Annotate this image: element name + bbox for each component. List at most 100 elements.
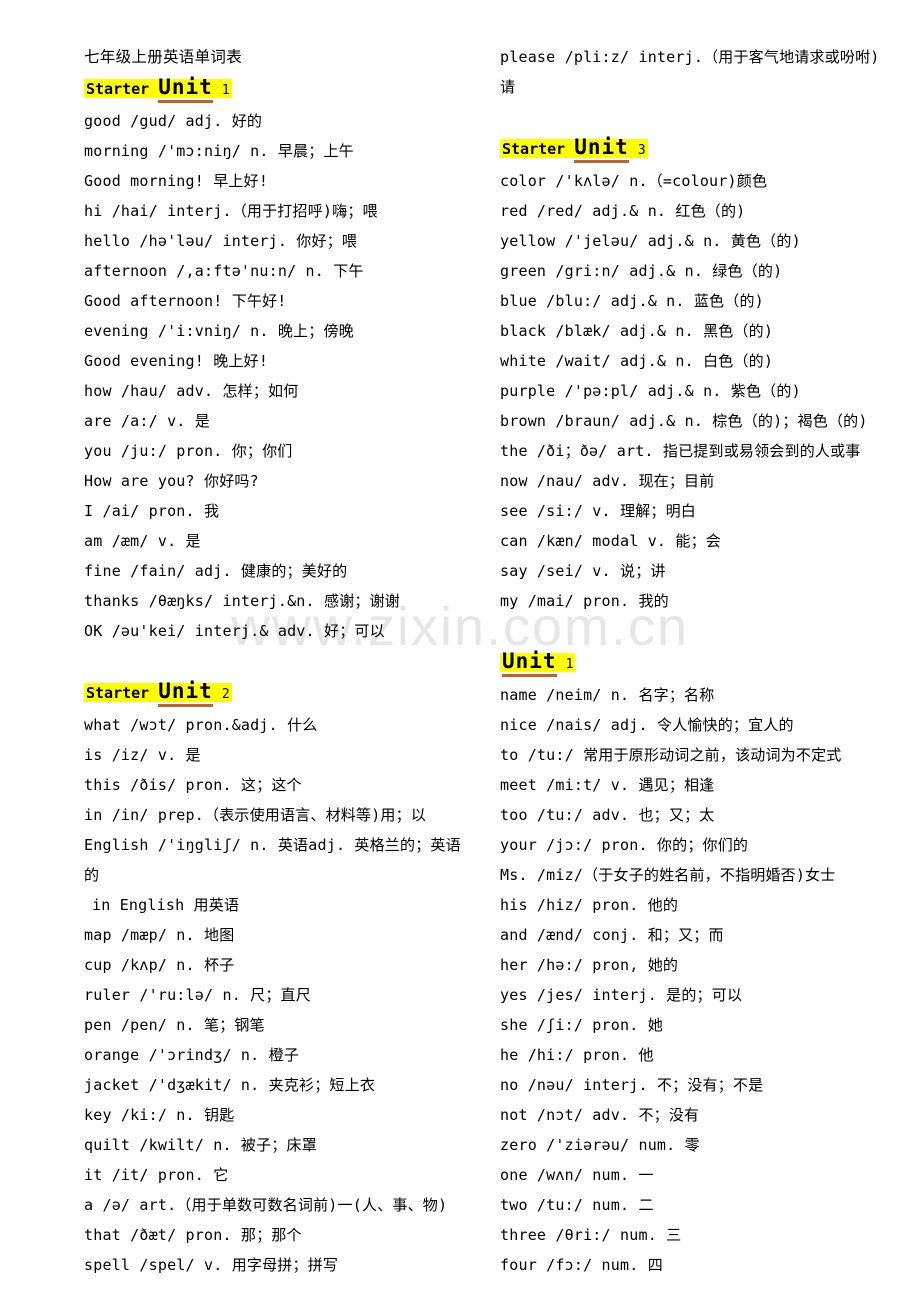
- entry-text: the /ði；ðə/ art. 指已提到或易领会到的人或事: [500, 442, 861, 460]
- entry-text: one /wʌn/ num. 一: [500, 1166, 654, 1184]
- vocabulary-entry: meet /mi:t/ v. 遇见；相逢: [500, 770, 916, 800]
- entry-text: purple /'pə:pl/ adj.& n. 紫色（的): [500, 382, 801, 400]
- entry-text: no /nəu/ interj. 不；没有；不是: [500, 1076, 764, 1094]
- entry-text: afternoon /,a:ftə'nu:n/ n. 下午: [84, 262, 364, 280]
- heading-highlight: Starter Unit 2: [84, 679, 232, 707]
- entry-text: blue /blu:/ adj.& n. 蓝色（的): [500, 292, 764, 310]
- section-heading: Starter Unit 3: [500, 132, 916, 166]
- entry-text: OK /əu'kei/ interj.& adv. 好；可以: [84, 622, 385, 640]
- entry-text: to /tu:/ 常用于原形动词之前，该动词为不定式: [500, 746, 842, 764]
- entry-text: what /wɔt/ pron.&adj. 什么: [84, 716, 318, 734]
- vocabulary-entry: yellow /'jeləu/ adj.& n. 黄色（的): [500, 226, 916, 256]
- vocabulary-entry: green /gri:n/ adj.& n. 绿色（的): [500, 256, 916, 286]
- vocabulary-entry: am /æm/ v. 是: [84, 526, 500, 556]
- entry-text: spell /spel/ v. 用字母拼；拼写: [84, 1256, 339, 1274]
- left-column: 七年级上册英语单词表 Starter Unit 1 good /gud/ adj.…: [84, 42, 500, 1302]
- entry-text: too /tu:/ adv. 也；又；太: [500, 806, 715, 824]
- entry-text: yellow /'jeləu/ adj.& n. 黄色（的): [500, 232, 801, 250]
- heading-unit-number: 3: [637, 143, 646, 158]
- vocabulary-entry: spell /spel/ v. 用字母拼；拼写: [84, 1250, 500, 1280]
- entry-text: quilt /kwilt/ n. 被子；床罩: [84, 1136, 317, 1154]
- vocabulary-entry: nice /nais/ adj. 令人愉快的；宜人的: [500, 710, 916, 740]
- vocabulary-entry: good /gud/ adj. 好的: [84, 106, 500, 136]
- page-title: 七年级上册英语单词表: [84, 48, 243, 66]
- vocabulary-entry: black /blæk/ adj.& n. 黑色（的): [500, 316, 916, 346]
- vocabulary-entry: your /jɔ:/ pron. 你的；你们的: [500, 830, 916, 860]
- vocabulary-entry: jacket /'dʒækit/ n. 夹克衫；短上衣: [84, 1070, 500, 1100]
- entry-text-continuation: 请: [500, 78, 516, 96]
- entry-text: am /æm/ v. 是: [84, 532, 201, 550]
- entry-text: yes /jes/ interj. 是的；可以: [500, 986, 743, 1004]
- entry-text: four /fɔ:/ num. 四: [500, 1256, 663, 1274]
- vocabulary-entry: please /pli:z/ interj.（用于客气地请求或吩咐) 请: [500, 42, 916, 102]
- entry-text: this /ðis/ pron. 这；这个: [84, 776, 302, 794]
- vocabulary-entry: purple /'pə:pl/ adj.& n. 紫色（的): [500, 376, 916, 406]
- entry-text: she /ʃi:/ pron. 她: [500, 1016, 663, 1034]
- heading-prefix: Starter: [502, 140, 566, 158]
- entry-text: in English 用英语: [92, 896, 240, 914]
- vocabulary-entry: my /mai/ pron. 我的: [500, 586, 916, 616]
- vocabulary-entry: I /ai/ pron. 我: [84, 496, 500, 526]
- entry-text: key /ki:/ n. 钥匙: [84, 1106, 235, 1124]
- entry-text: my /mai/ pron. 我的: [500, 592, 669, 610]
- entry-text: how /hau/ adv. 怎样；如何: [84, 382, 299, 400]
- entry-text: ruler /'ru:lə/ n. 尺；直尺: [84, 986, 311, 1004]
- entry-text: white /wait/ adj.& n. 白色（的): [500, 352, 774, 370]
- vocabulary-entry: OK /əu'kei/ interj.& adv. 好；可以: [84, 616, 500, 646]
- entry-text: nice /nais/ adj. 令人愉快的；宜人的: [500, 716, 794, 734]
- vocabulary-entry: two /tu:/ num. 二: [500, 1190, 916, 1220]
- entry-text: green /gri:n/ adj.& n. 绿色（的): [500, 262, 783, 280]
- entry-text: Ms. /miz/（于女子的姓名前，不指明婚否)女士: [500, 866, 836, 884]
- vocabulary-entry: zero /'ziərəu/ num. 零: [500, 1130, 916, 1160]
- entry-text: can /kæn/ modal v. 能；会: [500, 532, 721, 550]
- vocabulary-entry: how /hau/ adv. 怎样；如何: [84, 376, 500, 406]
- entry-text: fine /fain/ adj. 健康的；美好的: [84, 562, 348, 580]
- section-heading: Starter Unit 1: [84, 72, 500, 106]
- entry-text: a /ə/ art.（用于单数可数名词前)一(人、事、物): [84, 1196, 448, 1214]
- vocabulary-entry: what /wɔt/ pron.&adj. 什么: [84, 710, 500, 740]
- heading-unit-word: Unit: [502, 649, 557, 677]
- entry-text: hello /hə'ləu/ interj. 你好；喂: [84, 232, 358, 250]
- vocabulary-entry: are /a:/ v. 是: [84, 406, 500, 436]
- entry-text: black /blæk/ adj.& n. 黑色（的): [500, 322, 774, 340]
- entry-text: that /ðæt/ pron. 那；那个: [84, 1226, 302, 1244]
- vocabulary-entry: four /fɔ:/ num. 四: [500, 1250, 916, 1280]
- vocabulary-entry: she /ʃi:/ pron. 她: [500, 1010, 916, 1040]
- vocabulary-entry: morning /'mɔ:niŋ/ n. 早晨；上午: [84, 136, 500, 166]
- heading-prefix: Starter: [86, 80, 150, 98]
- vocabulary-entry: afternoon /,a:ftə'nu:n/ n. 下午: [84, 256, 500, 286]
- vocabulary-entry: ruler /'ru:lə/ n. 尺；直尺: [84, 980, 500, 1010]
- entry-text: he /hi:/ pron. 他: [500, 1046, 654, 1064]
- vocabulary-entry: not /nɔt/ adv. 不；没有: [500, 1100, 916, 1130]
- entry-text: are /a:/ v. 是: [84, 412, 210, 430]
- heading-prefix: Starter: [86, 684, 150, 702]
- vocabulary-entry: to /tu:/ 常用于原形动词之前，该动词为不定式: [500, 740, 916, 770]
- page-content: 七年级上册英语单词表 Starter Unit 1 good /gud/ adj.…: [0, 0, 920, 1302]
- entry-text: Good morning! 早上好!: [84, 172, 269, 190]
- entry-text: your /jɔ:/ pron. 你的；你们的: [500, 836, 749, 854]
- right-column-entries: please /pli:z/ interj.（用于客气地请求或吩咐) 请 Start…: [500, 42, 916, 1280]
- vocabulary-entry: he /hi:/ pron. 他: [500, 1040, 916, 1070]
- vocabulary-entry: three /θri:/ num. 三: [500, 1220, 916, 1250]
- entry-text: I /ai/ pron. 我: [84, 502, 220, 520]
- vocabulary-entry: name /neim/ n. 名字；名称: [500, 680, 916, 710]
- vocabulary-entry: this /ðis/ pron. 这；这个: [84, 770, 500, 800]
- entry-text: see /si:/ v. 理解；明白: [500, 502, 697, 520]
- vocabulary-entry: and /ænd/ conj. 和；又；而: [500, 920, 916, 950]
- entry-text: name /neim/ n. 名字；名称: [500, 686, 715, 704]
- heading-unit-number: 1: [565, 657, 574, 672]
- entry-text-continuation: 的: [84, 866, 100, 884]
- entry-text: zero /'ziərəu/ num. 零: [500, 1136, 700, 1154]
- vocabulary-entry: his /hiz/ pron. 他的: [500, 890, 916, 920]
- entry-text: in /in/ prep.（表示使用语言、材料等)用；以: [84, 806, 427, 824]
- entry-text: orange /'ɔrindʒ/ n. 橙子: [84, 1046, 300, 1064]
- entry-text: meet /mi:t/ v. 遇见；相逢: [500, 776, 715, 794]
- vocabulary-entry: cup /kʌp/ n. 杯子: [84, 950, 500, 980]
- vocabulary-entry: in /in/ prep.（表示使用语言、材料等)用；以: [84, 800, 500, 830]
- entry-text: say /sei/ v. 说；讲: [500, 562, 666, 580]
- entry-text: his /hiz/ pron. 他的: [500, 896, 679, 914]
- vocabulary-entry: now /nau/ adv. 现在；目前: [500, 466, 916, 496]
- entry-text: English /'iŋgliʃ/ n. 英语adj. 英格兰的；英语: [84, 836, 461, 854]
